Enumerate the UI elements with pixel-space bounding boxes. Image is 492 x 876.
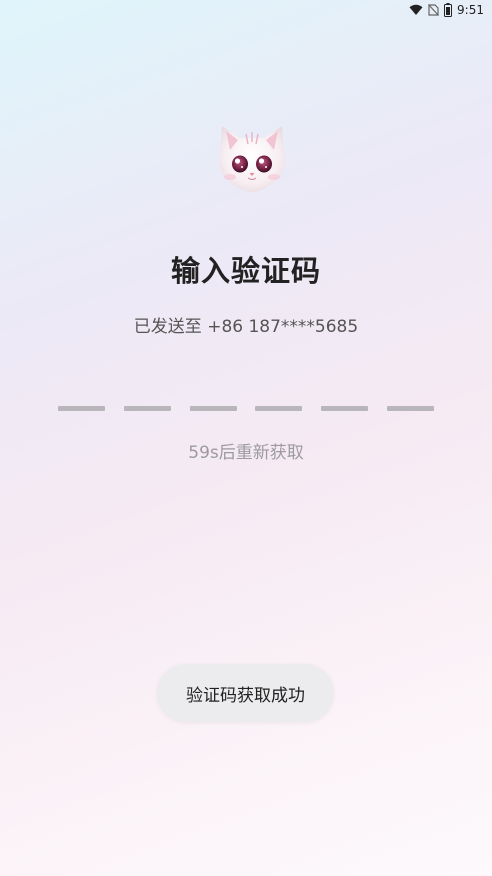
status-bar: 9:51 xyxy=(0,0,492,20)
page-title: 输入验证码 xyxy=(170,254,321,288)
battery-icon xyxy=(444,3,453,17)
code-digit-slot-6[interactable] xyxy=(387,406,434,411)
phone-sent-notice: 已发送至 +86 187****5685 xyxy=(133,317,359,337)
code-digit-slot-1[interactable] xyxy=(58,406,105,411)
code-digit-slot-4[interactable] xyxy=(255,406,302,411)
cat-avatar xyxy=(212,120,292,195)
resend-countdown: 59s后重新获取 xyxy=(188,443,304,463)
wifi-icon xyxy=(409,4,423,16)
no-sim-icon xyxy=(428,4,439,16)
code-digit-slot-5[interactable] xyxy=(321,406,368,411)
toast-message: 验证码获取成功 xyxy=(157,664,334,722)
code-digit-slot-3[interactable] xyxy=(190,406,237,411)
code-digit-slot-2[interactable] xyxy=(124,406,171,411)
verification-code-input[interactable] xyxy=(58,406,434,414)
status-time: 9:51 xyxy=(457,3,484,17)
